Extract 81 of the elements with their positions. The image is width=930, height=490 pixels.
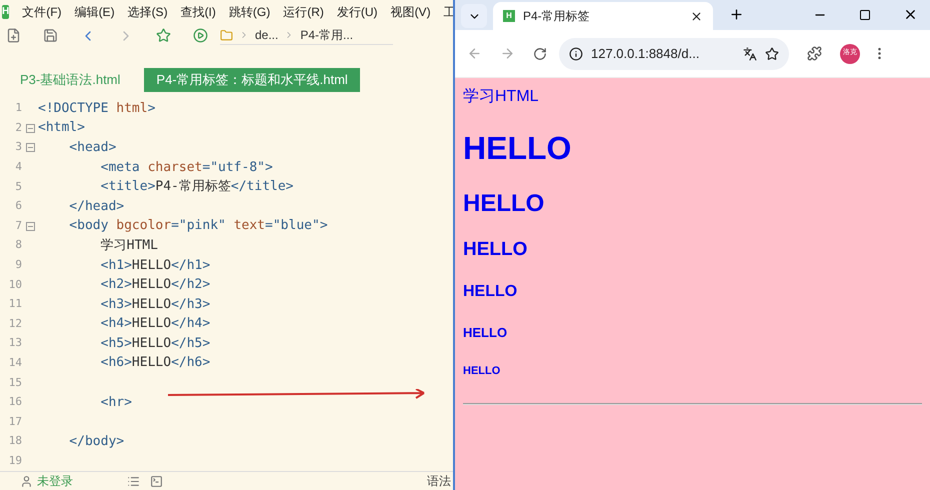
line-number: 19 — [8, 452, 22, 469]
page-heading: HELLO — [463, 132, 572, 164]
code-line: <meta charset="utf-8"> — [100, 158, 273, 177]
line-number: 8 — [14, 237, 22, 254]
close-icon[interactable] — [690, 10, 703, 22]
line-number: 3 — [14, 139, 22, 156]
line-number: 17 — [8, 414, 22, 430]
menu-item[interactable]: 运行(R) — [283, 2, 324, 21]
line-number: 5 — [14, 178, 22, 195]
line-number: 6 — [14, 198, 22, 214]
bookmark-star-icon[interactable] — [765, 46, 779, 60]
address-bar[interactable]: 127.0.0.1:8848/d... — [559, 38, 789, 70]
extensions-icon[interactable] — [807, 46, 822, 61]
syntax-status[interactable]: 语法 — [427, 472, 451, 490]
code-line: <h2>HELLO</h2> — [100, 276, 210, 294]
back-icon[interactable] — [467, 46, 482, 61]
fold-icon[interactable] — [26, 143, 34, 152]
menu-item[interactable]: 发行(U) — [336, 2, 378, 21]
line-number: 11 — [8, 296, 22, 312]
code-line: </body> — [68, 432, 124, 451]
line-number: 18 — [8, 433, 22, 450]
favicon-icon: H — [503, 10, 515, 22]
folder-icon — [220, 28, 233, 42]
line-number: 2 — [14, 120, 22, 136]
page-text: 学习HTML — [463, 89, 539, 105]
star-icon[interactable] — [156, 28, 171, 44]
line-number: 16 — [8, 394, 22, 410]
line-number: 13 — [8, 335, 22, 352]
fold-icon[interactable] — [26, 222, 34, 231]
menu-item[interactable]: 跳转(G) — [228, 2, 270, 21]
code-line: <h6>HELLO</h6> — [100, 354, 210, 372]
new-file-icon[interactable] — [6, 28, 21, 44]
page-heading: HELLO — [463, 192, 544, 216]
run-icon[interactable] — [193, 28, 208, 44]
line-number: 9 — [14, 257, 22, 274]
menu-item[interactable]: 编辑(E) — [74, 2, 115, 21]
page-heading: HELLO — [463, 366, 500, 377]
terminal-icon[interactable] — [150, 474, 163, 488]
code-line: </head> — [68, 198, 124, 216]
code-line: <title>P4-常用标签</title> — [100, 178, 294, 196]
code-line: <hr> — [100, 394, 132, 412]
code-line: <h5>HELLO</h5> — [100, 334, 210, 353]
menu-item[interactable]: 选择(S) — [128, 2, 168, 21]
code-line: 学习HTML — [100, 236, 158, 255]
menu-item[interactable]: 视图(V) — [390, 2, 431, 21]
page-heading: HELLO — [463, 240, 528, 259]
list-icon[interactable] — [127, 474, 140, 488]
menu-item[interactable]: 查找(I) — [180, 2, 216, 21]
code-line: <head> — [68, 138, 116, 157]
code-line: <h3>HELLO</h3> — [100, 296, 210, 314]
page-heading: HELLO — [463, 284, 518, 300]
tab-title: P4-常用标签 — [523, 8, 590, 25]
app-logo-icon: H — [2, 4, 10, 19]
maximize-icon[interactable] — [859, 9, 871, 21]
code-line: <body bgcolor="pink" text="blue"> — [68, 217, 328, 236]
page-heading: HELLO — [463, 326, 508, 339]
line-number: 1 — [14, 100, 22, 116]
line-number: 10 — [8, 276, 22, 293]
url-text: 127.0.0.1:8848/d... — [591, 44, 700, 63]
close-window-icon[interactable] — [903, 7, 918, 22]
breadcrumb-item[interactable]: de... — [255, 26, 278, 44]
menu-item[interactable]: 文件(F) — [22, 2, 62, 21]
line-number: 4 — [14, 159, 22, 176]
save-icon[interactable] — [43, 28, 58, 44]
breadcrumb-item[interactable]: P4-常用... — [300, 26, 354, 44]
code-line: <h1>HELLO</h1> — [100, 256, 210, 275]
line-number: 12 — [8, 316, 22, 332]
code-line: <!DOCTYPE html> — [38, 100, 156, 118]
fold-icon[interactable] — [26, 124, 34, 133]
info-icon — [569, 46, 583, 60]
line-number: 15 — [8, 374, 22, 391]
reload-icon[interactable] — [533, 46, 547, 60]
browser-tab[interactable]: H P4-常用标签 — [493, 2, 713, 30]
line-number: 14 — [8, 354, 22, 371]
line-number: 7 — [14, 218, 22, 234]
code-line: <h4>HELLO</h4> — [100, 315, 210, 334]
code-line: <html> — [38, 119, 85, 138]
forward-icon[interactable] — [500, 46, 515, 61]
translate-icon[interactable] — [743, 46, 757, 60]
user-icon — [20, 474, 33, 488]
new-tab-icon[interactable] — [729, 7, 744, 22]
